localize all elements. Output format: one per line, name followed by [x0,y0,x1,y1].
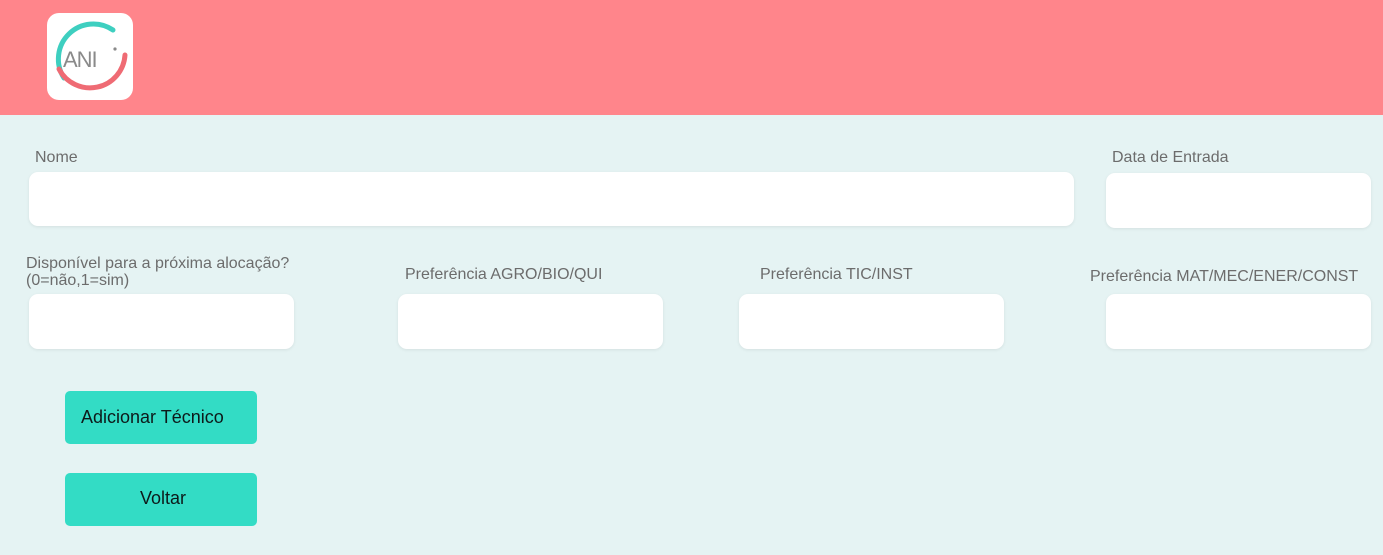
back-label: Voltar [140,488,187,508]
add-technician-button[interactable]: Adicionar Técnico [65,391,257,444]
pref-mat-input[interactable] [1106,294,1371,349]
app-header: ANI [0,0,1383,115]
technician-form: Nome Data de Entrada Disponível para a p… [0,115,1383,555]
disponivel-label-line1: Disponível para a próxima alocação? [26,255,290,272]
add-technician-label: Adicionar Técnico [81,407,224,427]
nome-input[interactable] [29,172,1074,226]
disponivel-input[interactable] [29,294,294,349]
ani-logo: ANI [47,13,133,100]
disponivel-label-line2: (0=não,1=sim) [26,272,130,289]
back-button[interactable]: Voltar [65,473,257,526]
pref-agro-input[interactable] [398,294,663,349]
pref-tic-label: Preferência TIC/INST [760,266,913,283]
data-entrada-label: Data de Entrada [1112,149,1229,166]
disponivel-label: Disponível para a próxima alocação? (0=n… [26,255,289,289]
pref-agro-label: Preferência AGRO/BIO/QUI [405,266,603,283]
data-entrada-input[interactable] [1106,173,1371,228]
pref-mat-label: Preferência MAT/MEC/ENER/CONST [1090,268,1359,285]
pref-tic-input[interactable] [739,294,1004,349]
logo-text: ANI [63,47,97,72]
ani-logo-mark: ANI [55,21,128,91]
nome-label: Nome [35,149,78,166]
